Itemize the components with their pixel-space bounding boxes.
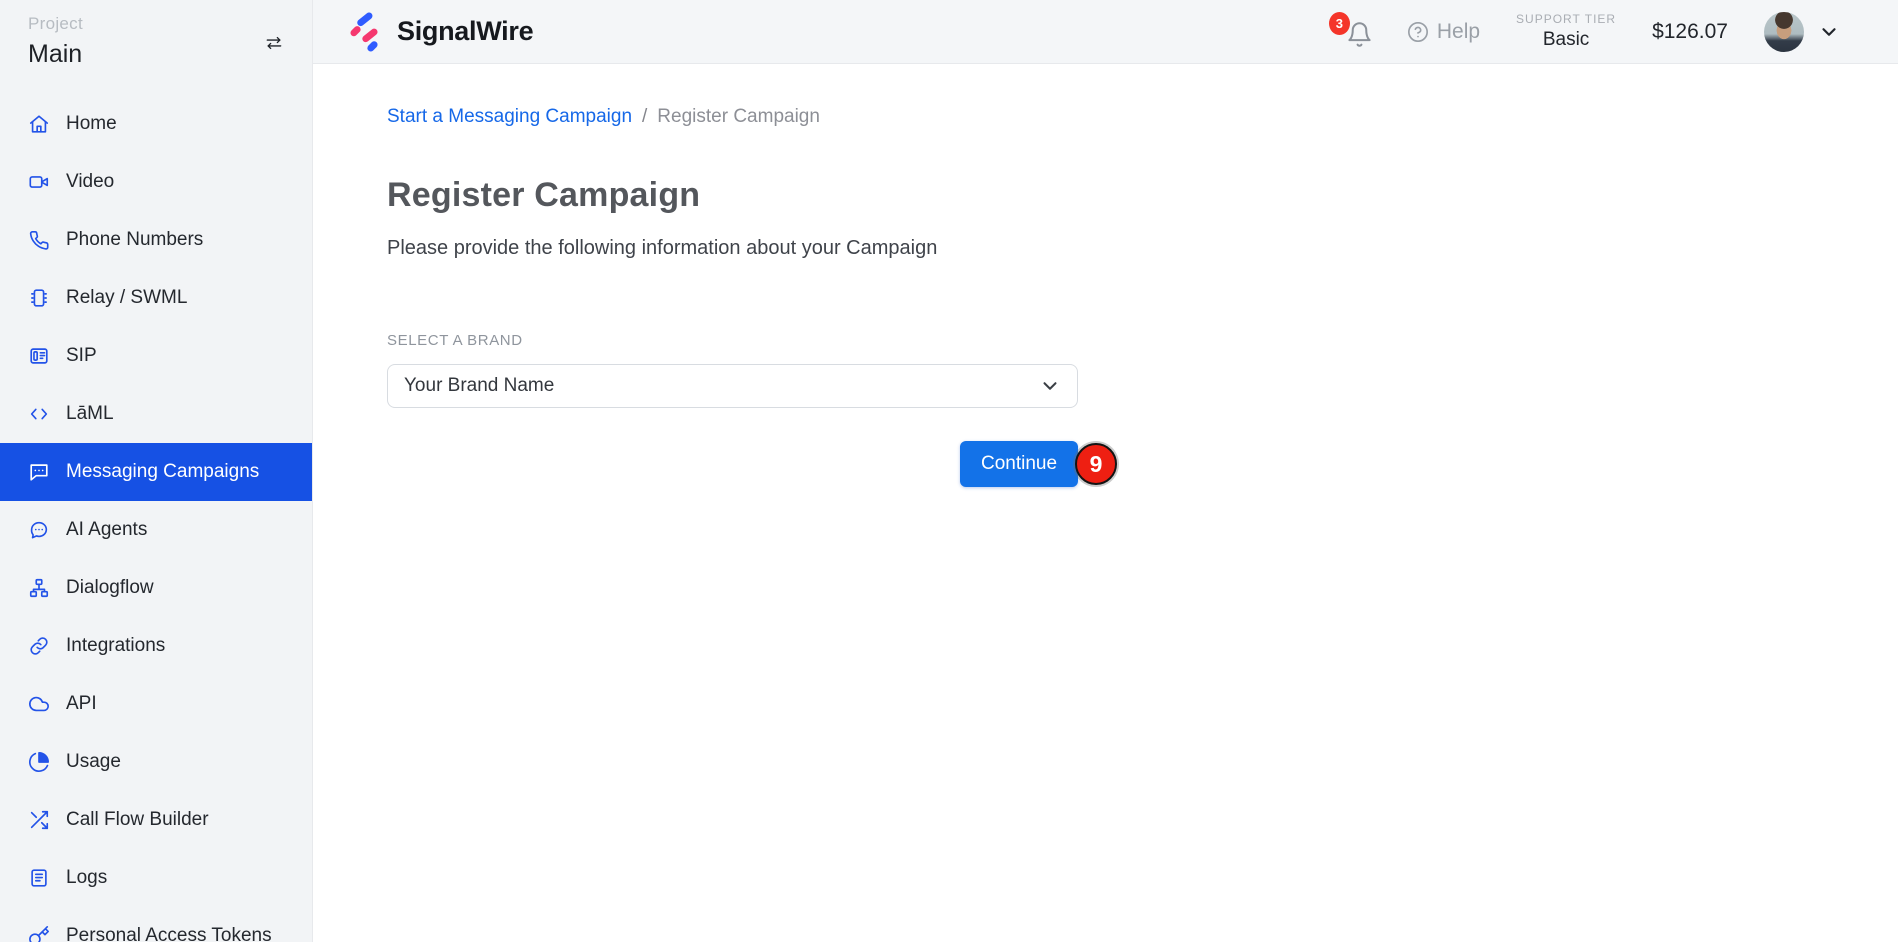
sidebar-item-label: LāML [66, 403, 114, 425]
chat-round-icon [28, 519, 50, 541]
sidebar-item-laml[interactable]: LāML [0, 385, 312, 443]
sidebar-item-relay-swml[interactable]: Relay / SWML [0, 269, 312, 327]
signalwire-logo-icon [343, 10, 385, 54]
project-name: Main [28, 40, 83, 69]
account-menu-chevron[interactable] [1818, 21, 1840, 43]
bell-icon [1346, 21, 1373, 48]
help-icon [1407, 21, 1429, 43]
sidebar-item-usage[interactable]: Usage [0, 733, 312, 791]
journal-icon [28, 867, 50, 889]
sidebar-item-call-flow-builder[interactable]: Call Flow Builder [0, 791, 312, 849]
page-subtitle: Please provide the following information… [387, 237, 1898, 260]
signalwire-logo[interactable]: SignalWire [343, 10, 533, 54]
breadcrumb: Start a Messaging Campaign / Register Ca… [387, 106, 1898, 128]
home-icon [28, 113, 50, 135]
key-icon [28, 925, 50, 942]
sidebar-item-label: Phone Numbers [66, 229, 203, 251]
chip-icon [28, 287, 50, 309]
shuffle-icon [28, 809, 50, 831]
top-header: SignalWire 3 Help SUPPORT TIER [313, 0, 1898, 64]
sidebar-item-label: Dialogflow [66, 577, 154, 599]
brand-select-label: SELECT A BRAND [387, 332, 1078, 349]
sidebar-item-integrations[interactable]: Integrations [0, 617, 312, 675]
main-content: Start a Messaging Campaign / Register Ca… [313, 64, 1898, 942]
project-block: Project Main [0, 0, 312, 69]
support-tier: SUPPORT TIER Basic [1516, 12, 1616, 51]
sidebar-item-video[interactable]: Video [0, 153, 312, 211]
sidebar-item-label: Relay / SWML [66, 287, 187, 309]
notifications-button[interactable]: 3 [1343, 16, 1373, 48]
sidebar-item-dialogflow[interactable]: Dialogflow [0, 559, 312, 617]
page-title: Register Campaign [387, 176, 1898, 215]
chat-square-icon [28, 461, 50, 483]
code-icon [28, 403, 50, 425]
continue-button[interactable]: Continue [960, 441, 1078, 487]
sidebar-item-label: Call Flow Builder [66, 809, 209, 831]
sidebar-item-label: Messaging Campaigns [66, 461, 259, 483]
phone-icon [28, 229, 50, 251]
sitemap-icon [28, 577, 50, 599]
brand-select-value: Your Brand Name [404, 375, 554, 397]
deskphone-icon [28, 345, 50, 367]
annotation-marker-9: 9 [1075, 443, 1117, 485]
brand-name: SignalWire [397, 16, 533, 47]
switch-project-icon[interactable] [260, 32, 288, 54]
sidebar-item-label: API [66, 693, 97, 715]
sidebar-item-label: SIP [66, 345, 97, 367]
select-chevron-down-icon [1039, 375, 1061, 397]
sidebar-item-api[interactable]: API [0, 675, 312, 733]
sidebar-item-phone-numbers[interactable]: Phone Numbers [0, 211, 312, 269]
sidebar-item-logs[interactable]: Logs [0, 849, 312, 907]
cloud-icon [28, 693, 50, 715]
support-tier-label: SUPPORT TIER [1516, 12, 1616, 26]
avatar[interactable] [1764, 12, 1804, 52]
project-label: Project [28, 14, 83, 34]
sidebar: Project Main Home Video Phone Numbers Re… [0, 0, 313, 942]
link-icon [28, 635, 50, 657]
breadcrumb-link-start-campaign[interactable]: Start a Messaging Campaign [387, 106, 632, 128]
help-button[interactable]: Help [1407, 20, 1480, 44]
sidebar-item-label: Video [66, 171, 114, 193]
support-tier-value: Basic [1516, 29, 1616, 51]
sidebar-item-sip[interactable]: SIP [0, 327, 312, 385]
sidebar-item-messaging-campaigns[interactable]: Messaging Campaigns [0, 443, 312, 501]
brand-select[interactable]: Your Brand Name [387, 364, 1078, 408]
sidebar-item-label: AI Agents [66, 519, 147, 541]
register-campaign-form: SELECT A BRAND Your Brand Name Continue … [387, 332, 1078, 487]
sidebar-item-label: Home [66, 113, 117, 135]
sidebar-item-ai-agents[interactable]: AI Agents [0, 501, 312, 559]
breadcrumb-separator: / [642, 106, 647, 128]
sidebar-nav: Home Video Phone Numbers Relay / SWML SI… [0, 95, 312, 942]
sidebar-item-label: Personal Access Tokens [66, 925, 272, 942]
chevron-down-icon [1818, 21, 1840, 43]
pie-icon [28, 751, 50, 773]
sidebar-item-home[interactable]: Home [0, 95, 312, 153]
help-label: Help [1437, 20, 1480, 44]
sidebar-item-label: Logs [66, 867, 107, 889]
breadcrumb-current: Register Campaign [657, 106, 820, 128]
sidebar-item-personal-access-tokens[interactable]: Personal Access Tokens [0, 907, 312, 942]
video-icon [28, 171, 50, 193]
sidebar-item-label: Usage [66, 751, 121, 773]
sidebar-item-label: Integrations [66, 635, 165, 657]
account-balance: $126.07 [1652, 20, 1728, 44]
